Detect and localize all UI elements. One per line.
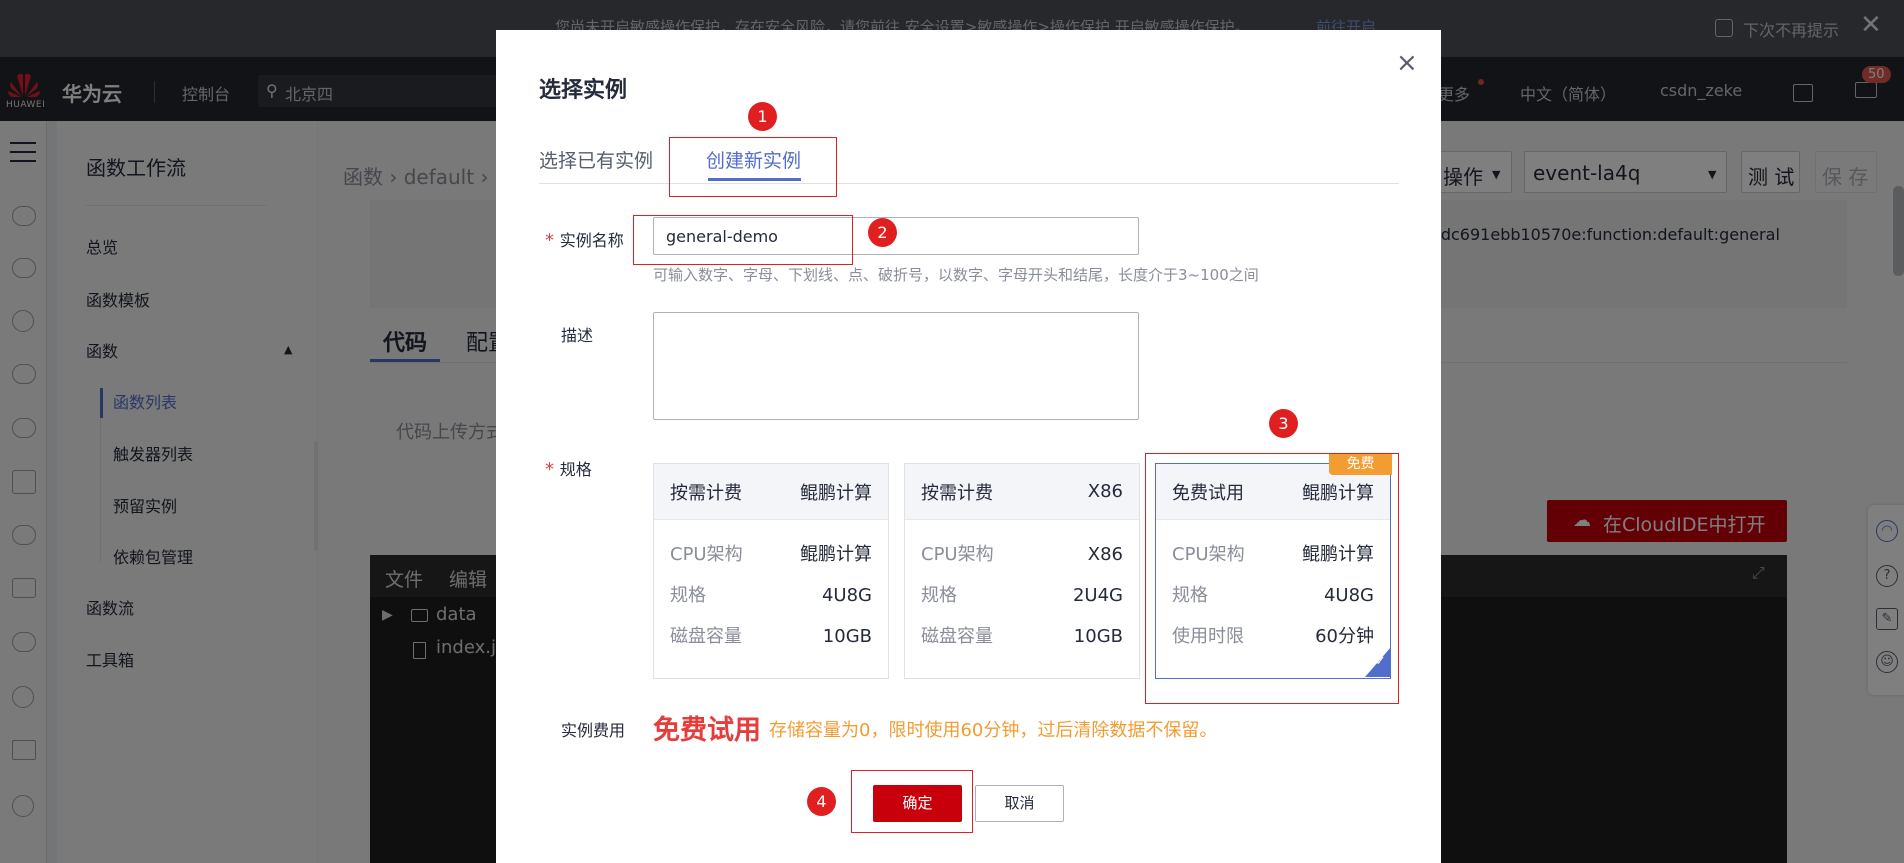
annotation-badge: 2 xyxy=(868,218,897,247)
instance-name-hint: 可输入数字、字母、下划线、点、破折号，以数字、字母开头和结尾，长度介于3~100… xyxy=(653,266,1259,284)
instance-name-label: * 实例名称 xyxy=(545,230,624,251)
spec-card-kunpeng-on-demand[interactable]: 按需计费 鲲鹏计算 CPU架构 鲲鹏计算 规格 4U8G 磁盘容量 10GB xyxy=(653,463,889,679)
spec-value: 10GB xyxy=(822,626,872,647)
dialog-title: 选择实例 xyxy=(539,78,628,103)
spec-value: 鲲鹏计算 xyxy=(800,544,872,565)
spec-label: * 规格 xyxy=(545,459,592,480)
spec-key: 规格 xyxy=(670,585,706,606)
spec-row: 规格 4U8G xyxy=(670,575,872,616)
annotation-box xyxy=(633,215,853,265)
annotation-badge: 1 xyxy=(748,102,777,131)
spec-key: 磁盘容量 xyxy=(670,626,742,647)
arch-type: 鲲鹏计算 xyxy=(800,482,872,504)
spec-key: 规格 xyxy=(921,585,957,606)
fee-free-trial: 免费试用 xyxy=(653,715,761,746)
fee-note: 存储容量为0，限时使用60分钟，过后清除数据不保留。 xyxy=(769,720,1218,741)
spec-row: 磁盘容量 10GB xyxy=(670,616,872,657)
close-icon[interactable]: × xyxy=(1396,50,1418,76)
spec-row: CPU架构 X86 xyxy=(921,534,1123,575)
annotation-box xyxy=(669,137,837,197)
description-label: 描述 xyxy=(561,326,594,345)
annotation-box xyxy=(851,770,973,833)
spec-value: 4U8G xyxy=(821,585,872,606)
spec-row: 规格 2U4G xyxy=(921,575,1123,616)
card-header: 按需计费 鲲鹏计算 xyxy=(654,464,888,520)
spec-key: CPU架构 xyxy=(670,544,743,565)
annotation-badge: 3 xyxy=(1269,409,1298,438)
spec-value: X86 xyxy=(1087,544,1123,565)
billing-type: 按需计费 xyxy=(670,482,742,504)
card-header: 按需计费 X86 xyxy=(905,464,1139,520)
billing-type: 按需计费 xyxy=(921,482,993,504)
fee-label: 实例费用 xyxy=(561,721,626,740)
annotation-badge: 4 xyxy=(807,787,836,816)
cancel-button[interactable]: 取消 xyxy=(975,785,1064,822)
spec-card-x86-on-demand[interactable]: 按需计费 X86 CPU架构 X86 规格 2U4G 磁盘容量 10GB xyxy=(904,463,1140,679)
annotation-box xyxy=(1145,453,1399,704)
tab-divider xyxy=(539,183,1399,184)
spec-row: 磁盘容量 10GB xyxy=(921,616,1123,657)
spec-value: 10GB xyxy=(1073,626,1123,647)
spec-value: 2U4G xyxy=(1072,585,1123,606)
spec-key: 磁盘容量 xyxy=(921,626,993,647)
spec-key: CPU架构 xyxy=(921,544,994,565)
tab-select-existing[interactable]: 选择已有实例 xyxy=(539,146,653,173)
description-textarea[interactable] xyxy=(653,312,1139,420)
spec-row: CPU架构 鲲鹏计算 xyxy=(670,534,872,575)
arch-type: X86 xyxy=(1087,481,1123,502)
